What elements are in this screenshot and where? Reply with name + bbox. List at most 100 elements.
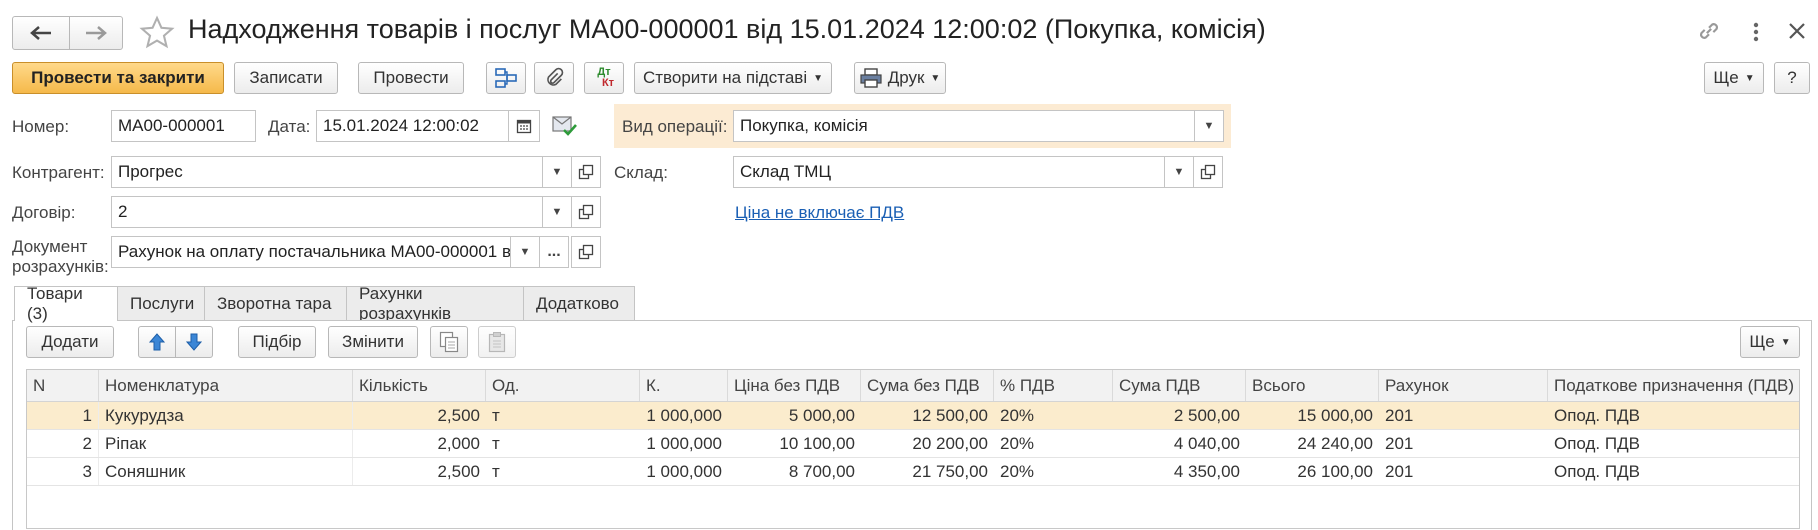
printer-icon (860, 68, 882, 88)
open-icon (1200, 164, 1216, 180)
move-up-icon (148, 333, 166, 351)
date-field[interactable]: 15.01.2024 12:00:02 (316, 110, 509, 142)
back-arrow-icon (30, 26, 51, 40)
dropdown-icon: ▼ (551, 166, 563, 178)
save-button[interactable]: Записати (234, 62, 338, 94)
col-coefficient[interactable]: К. (640, 370, 728, 401)
pick-button[interactable]: Підбір (238, 326, 316, 358)
date-label: Дата: (268, 117, 311, 136)
forward-button[interactable] (69, 16, 123, 50)
col-price-no-vat[interactable]: Ціна без ПДВ (728, 370, 861, 401)
counterparty-open-button[interactable] (571, 156, 601, 188)
copy-button[interactable] (430, 326, 468, 358)
help-button[interactable]: ? (1774, 62, 1810, 94)
move-down-icon (185, 333, 203, 351)
tab-returnable-packaging[interactable]: Зворотна тара (204, 286, 347, 320)
col-quantity[interactable]: Кількість (353, 370, 486, 401)
tab-additional[interactable]: Додатково (523, 286, 635, 320)
window-title: Надходження товарів і послуг МА00-000001… (188, 14, 1266, 44)
dropdown-icon: ▼ (930, 72, 941, 84)
operation-field[interactable]: Покупка, комісія (733, 110, 1195, 142)
back-button[interactable] (12, 16, 70, 50)
contract-field[interactable]: 2 (111, 196, 543, 228)
col-tax-purpose[interactable]: Податкове призначення (ПДВ) (1548, 370, 1799, 401)
settlement-label-line1: Документ (12, 237, 88, 256)
operation-dropdown-button[interactable]: ▼ (1194, 110, 1224, 142)
dtkt-button[interactable]: Дт Кт (584, 62, 624, 94)
open-icon (578, 204, 594, 220)
more-actions-button[interactable] (1746, 18, 1766, 46)
tab-settlement-accounts[interactable]: Рахунки розрахунків (346, 284, 524, 323)
counterparty-field[interactable]: Прогрес (111, 156, 543, 188)
close-icon (1789, 23, 1805, 39)
col-n[interactable]: N (27, 370, 99, 401)
dropdown-icon: ▼ (813, 72, 824, 84)
tab-services[interactable]: Послуги (117, 286, 205, 320)
counterparty-dropdown-button[interactable]: ▼ (542, 156, 572, 188)
table-row[interactable]: 3 Соняшник 2,500 т 1 000,000 8 700,00 21… (27, 458, 1799, 486)
forward-arrow-icon (86, 26, 107, 40)
contract-dropdown-button[interactable]: ▼ (542, 196, 572, 228)
settlement-open-button[interactable] (571, 236, 601, 268)
col-total[interactable]: Всього (1246, 370, 1379, 401)
star-icon (139, 15, 175, 49)
settlement-dropdown-button[interactable]: ▼ (510, 236, 540, 268)
table-more-button[interactable]: Ще ▼ (1740, 326, 1800, 358)
table-header: N Номенклатура Кількість Од. К. Ціна без… (27, 370, 1799, 402)
change-button[interactable]: Змінити (328, 326, 418, 358)
check-document-button[interactable] (552, 114, 578, 138)
col-unit[interactable]: Од. (486, 370, 640, 401)
contract-label: Договір: (12, 203, 76, 222)
table-row[interactable]: 1 Кукурудза 2,500 т 1 000,000 5 000,00 1… (27, 402, 1799, 430)
col-vat-rate[interactable]: % ПДВ (994, 370, 1113, 401)
paperclip-icon (547, 67, 564, 86)
settlement-select-button[interactable]: ... (539, 236, 569, 268)
favorite-star-button[interactable] (138, 14, 176, 52)
dropdown-icon: ▼ (519, 246, 531, 258)
number-label: Номер: (12, 117, 70, 136)
calendar-button[interactable] (508, 110, 540, 142)
warehouse-dropdown-button[interactable]: ▼ (1164, 156, 1194, 188)
post-and-close-button[interactable]: Провести та закрити (12, 62, 224, 94)
tab-goods[interactable]: Товари (3) (14, 284, 118, 323)
dropdown-icon: ▼ (551, 206, 563, 218)
warehouse-field[interactable]: Склад ТМЦ (733, 156, 1165, 188)
copy-icon (439, 331, 459, 353)
number-field[interactable]: МА00-000001 (111, 110, 256, 142)
post-button[interactable]: Провести (358, 62, 464, 94)
col-vat-sum[interactable]: Сума ПДВ (1113, 370, 1246, 401)
attachments-button[interactable] (534, 62, 574, 94)
table-row[interactable]: 2 Ріпак 2,000 т 1 000,000 10 100,00 20 2… (27, 430, 1799, 458)
check-envelope-icon (552, 116, 577, 136)
counterparty-label: Контрагент: (12, 163, 105, 182)
operation-label: Вид операції: (622, 117, 728, 136)
close-button[interactable] (1786, 20, 1810, 44)
goods-table[interactable]: N Номенклатура Кількість Од. К. Ціна без… (26, 369, 1800, 529)
col-sum-no-vat[interactable]: Сума без ПДВ (861, 370, 994, 401)
open-icon (578, 244, 594, 260)
dtkt-icon: Дт Кт (597, 66, 615, 89)
print-button[interactable]: Друк ▼ (854, 62, 946, 94)
settlement-label-line2: розрахунків: (12, 257, 109, 276)
link-icon (1700, 23, 1718, 39)
dropdown-icon: ▼ (1173, 166, 1185, 178)
more-vertical-icon (1753, 22, 1759, 42)
add-row-button[interactable]: Додати (26, 326, 114, 358)
col-nomenclature[interactable]: Номенклатура (99, 370, 353, 401)
more-button[interactable]: Ще ▼ (1704, 62, 1764, 94)
move-down-button[interactable] (175, 326, 213, 358)
dropdown-icon: ▼ (1744, 72, 1755, 84)
warehouse-open-button[interactable] (1193, 156, 1223, 188)
contract-open-button[interactable] (571, 196, 601, 228)
move-up-button[interactable] (138, 326, 176, 358)
structure-icon (495, 68, 517, 88)
vat-not-included-link[interactable]: Ціна не включає ПДВ (735, 203, 904, 223)
create-based-on-button[interactable]: Створити на підставі ▼ (634, 62, 832, 94)
calendar-icon (516, 119, 532, 134)
col-account[interactable]: Рахунок (1379, 370, 1548, 401)
paste-icon (488, 332, 506, 353)
paste-button[interactable] (478, 326, 516, 358)
structure-button[interactable] (486, 62, 526, 94)
settlement-field[interactable]: Рахунок на оплату постачальника МА00-000… (111, 236, 511, 268)
link-button[interactable] (1696, 18, 1724, 46)
